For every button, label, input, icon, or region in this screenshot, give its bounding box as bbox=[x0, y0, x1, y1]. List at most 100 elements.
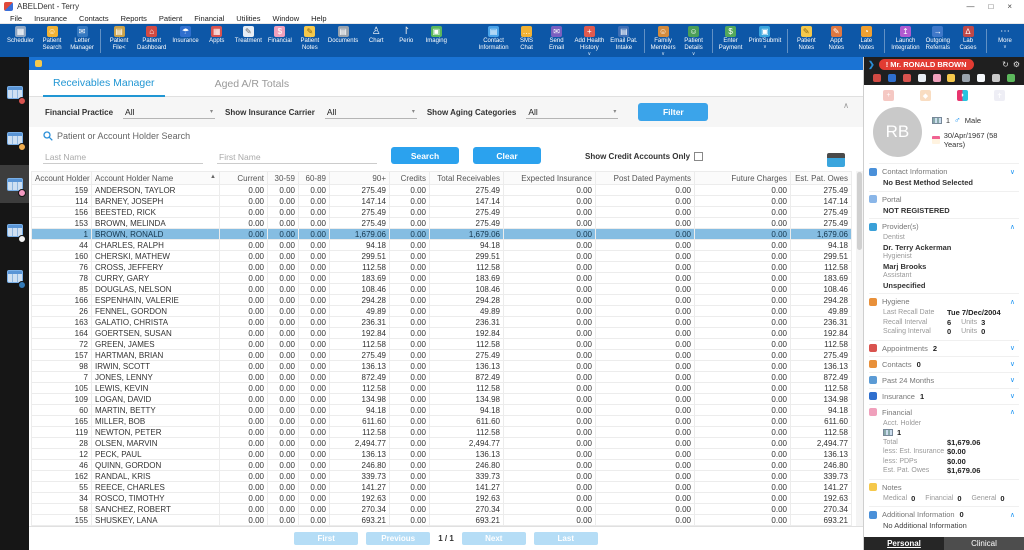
section-header-contact-information[interactable]: Contact Information∨ bbox=[869, 166, 1019, 177]
column-header[interactable]: Account Holder Id bbox=[32, 172, 92, 185]
column-header[interactable]: Credits bbox=[390, 172, 430, 185]
expand-panel-icon[interactable]: ❯ bbox=[868, 60, 875, 69]
toolbar-item-appt-notes[interactable]: ✎Appt Notes bbox=[821, 24, 851, 57]
toolbar-item-send-email[interactable]: ✉Send Email bbox=[542, 24, 572, 57]
first-name-input[interactable] bbox=[217, 151, 377, 164]
table-row[interactable]: 98IRWIN, SCOTT0.000.000.00136.130.00136.… bbox=[32, 361, 852, 372]
next-page-button[interactable]: Next bbox=[462, 532, 526, 545]
toolbar-item-family-members[interactable]: ☺Family Members∨ bbox=[648, 24, 679, 57]
section-header-financial[interactable]: Financial∧ bbox=[869, 407, 1019, 418]
tab-personal[interactable]: Personal bbox=[864, 537, 944, 550]
sidebar-module-1[interactable] bbox=[0, 73, 29, 111]
table-row[interactable]: 109LOGAN, DAVID0.000.000.00134.980.00134… bbox=[32, 394, 852, 405]
last-page-button[interactable]: Last bbox=[534, 532, 598, 545]
toolbar-item-chart[interactable]: ♙Chart bbox=[361, 24, 391, 57]
sidebar-module-4[interactable] bbox=[0, 211, 29, 249]
first-page-button[interactable]: First bbox=[294, 532, 358, 545]
chevron-down-icon[interactable]: ∨ bbox=[1010, 344, 1019, 352]
column-header[interactable]: Expected Insurance bbox=[504, 172, 596, 185]
section-header-providers[interactable]: Provider(s)∧ bbox=[869, 221, 1019, 232]
section-header-past-24-months[interactable]: Past 24 Months∨ bbox=[869, 375, 1019, 386]
table-row[interactable]: 166ESPENHAIN, VALERIE0.000.000.00294.280… bbox=[32, 295, 852, 306]
chevron-down-icon[interactable]: ∨ bbox=[1010, 376, 1019, 384]
pill-icon[interactable]: ◗ bbox=[957, 90, 968, 101]
table-row[interactable]: 28OLSEN, MARVIN0.000.000.002,494.770.002… bbox=[32, 438, 852, 449]
table-row[interactable]: 159ANDERSON, TAYLOR0.000.000.00275.490.0… bbox=[32, 185, 852, 196]
tab-aged-ar-totals[interactable]: Aged A/R Totals bbox=[205, 78, 300, 96]
table-row[interactable]: 119NEWTON, PETER0.000.000.00112.580.0011… bbox=[32, 427, 852, 438]
financial-practice-select[interactable]: All▾ bbox=[123, 106, 215, 119]
gear-icon[interactable]: ⚙ bbox=[1013, 60, 1020, 69]
toolbar-item-letter-manager[interactable]: ✉Letter Manager bbox=[67, 24, 97, 57]
column-header[interactable]: 90+ bbox=[330, 172, 390, 185]
insurance-carrier-select[interactable]: All▾ bbox=[325, 106, 417, 119]
toolbar-item-late-notes[interactable]: ◔Late Notes bbox=[851, 24, 881, 57]
cross-icon[interactable]: ✝ bbox=[994, 90, 1005, 101]
printer-icon[interactable] bbox=[827, 153, 845, 167]
table-row[interactable]: 58SANCHEZ, ROBERT0.000.000.00270.340.002… bbox=[32, 504, 852, 515]
table-row[interactable]: 160CHERSKI, MATHEW0.000.000.00299.510.00… bbox=[32, 251, 852, 262]
section-header-notes[interactable]: Notes bbox=[869, 482, 1019, 493]
column-header[interactable]: Current bbox=[220, 172, 268, 185]
toolbar-item-print-submit[interactable]: ▣Print/Submit∨ bbox=[746, 24, 785, 57]
menu-item-help[interactable]: Help bbox=[305, 14, 332, 23]
pin-icon[interactable] bbox=[35, 60, 42, 67]
toolbar-item-email-pat-intake[interactable]: ▤Email Pat. Intake bbox=[607, 24, 640, 57]
sidebar-module-receivables[interactable] bbox=[0, 165, 29, 203]
table-row[interactable]: 153BROWN, MELINDA0.000.000.00275.490.002… bbox=[32, 218, 852, 229]
toolbar-item-financial[interactable]: $Financial bbox=[265, 24, 295, 57]
column-header[interactable]: Account Holder Name▲ bbox=[92, 172, 220, 185]
section-header-hygiene[interactable]: Hygiene∧ bbox=[869, 296, 1019, 307]
table-row[interactable]: 44CHARLES, RALPH0.000.000.0094.180.0094.… bbox=[32, 240, 852, 251]
toolbar-item-imaging[interactable]: ▣Imaging bbox=[421, 24, 451, 57]
chevron-down-icon[interactable]: ∨ bbox=[1010, 360, 1019, 368]
toolbar-item-patient-search[interactable]: ☺Patient Search bbox=[37, 24, 67, 57]
appts-icon[interactable] bbox=[903, 74, 911, 82]
table-row[interactable]: 12PECK, PAUL0.000.000.00136.130.00136.13… bbox=[32, 449, 852, 460]
column-header[interactable]: Est. Pat. Owes bbox=[791, 172, 852, 185]
toolbar-item-patient-file[interactable]: ▤Patient File< bbox=[104, 24, 134, 57]
toolbar-item-appts[interactable]: ▦Appts bbox=[202, 24, 232, 57]
toolbar-item-insurance[interactable]: ☂Insurance bbox=[169, 24, 201, 57]
filter-button[interactable]: Filter bbox=[638, 103, 708, 121]
table-row[interactable]: 78CURRY, GARY0.000.000.00183.690.00183.6… bbox=[32, 273, 852, 284]
toolbar-item-outgoing-referrals[interactable]: →Outgoing Referrals bbox=[923, 24, 953, 57]
tab-receivables-manager[interactable]: Receivables Manager bbox=[43, 77, 165, 97]
patient-name-badge[interactable]: ! Mr. RONALD BROWN bbox=[879, 59, 974, 70]
collapse-chevron-icon[interactable]: ∧ bbox=[843, 101, 849, 110]
table-row[interactable]: 165MILLER, BOB0.000.000.00611.600.00611.… bbox=[32, 416, 852, 427]
treatment-icon[interactable] bbox=[918, 74, 926, 82]
first-aid-icon[interactable]: + bbox=[883, 90, 894, 101]
chevron-up-icon[interactable]: ∧ bbox=[1010, 298, 1019, 306]
table-row[interactable]: 163GALATIO, CHRISTA0.000.000.00236.310.0… bbox=[32, 317, 852, 328]
tooth-icon[interactable] bbox=[977, 74, 985, 82]
column-header[interactable]: Post Dated Payments bbox=[596, 172, 695, 185]
toolbar-item-documents[interactable]: ▤Documents bbox=[325, 24, 361, 57]
table-row[interactable]: 46QUINN, GORDON0.000.000.00246.800.00246… bbox=[32, 460, 852, 471]
sidebar-module-2[interactable] bbox=[0, 119, 29, 157]
minimize-button[interactable]: — bbox=[966, 2, 974, 11]
column-header[interactable]: Future Charges bbox=[695, 172, 791, 185]
toolbar-item-contact-information[interactable]: ▤Contact Information bbox=[476, 24, 512, 57]
toolbar-item-scheduler[interactable]: ▦Scheduler bbox=[4, 24, 37, 57]
previous-page-button[interactable]: Previous bbox=[366, 532, 430, 545]
table-row[interactable]: 114BARNEY, JOSEPH0.000.000.00147.140.001… bbox=[32, 196, 852, 207]
chevron-down-icon[interactable]: ∨ bbox=[1010, 168, 1019, 176]
scrollbar-thumb[interactable] bbox=[857, 172, 862, 250]
table-row[interactable]: 7JONES, LENNY0.000.000.00872.490.00872.4… bbox=[32, 372, 852, 383]
clear-button[interactable]: Clear bbox=[473, 147, 541, 164]
menu-item-insurance[interactable]: Insurance bbox=[28, 14, 73, 23]
chevron-up-icon[interactable]: ∧ bbox=[1010, 223, 1019, 231]
table-row[interactable]: 34ROSCO, TIMOTHY0.000.000.00192.630.0019… bbox=[32, 493, 852, 504]
section-header-insurance[interactable]: Insurance1∨ bbox=[869, 391, 1019, 402]
column-header[interactable]: 60-89 bbox=[299, 172, 330, 185]
menu-item-utilities[interactable]: Utilities bbox=[230, 14, 266, 23]
menu-item-window[interactable]: Window bbox=[266, 14, 305, 23]
aging-categories-select[interactable]: All▾ bbox=[526, 106, 618, 119]
table-row[interactable]: 105LEWIS, KEVIN0.000.000.00112.580.00112… bbox=[32, 383, 852, 394]
refresh-icon[interactable]: ↻ bbox=[1002, 60, 1009, 69]
menu-item-contacts[interactable]: Contacts bbox=[73, 14, 115, 23]
section-header-contacts[interactable]: Contacts0∨ bbox=[869, 359, 1019, 370]
imaging-icon[interactable] bbox=[1007, 74, 1015, 82]
toolbar-item-lab-cases[interactable]: ∆Lab Cases bbox=[953, 24, 983, 57]
